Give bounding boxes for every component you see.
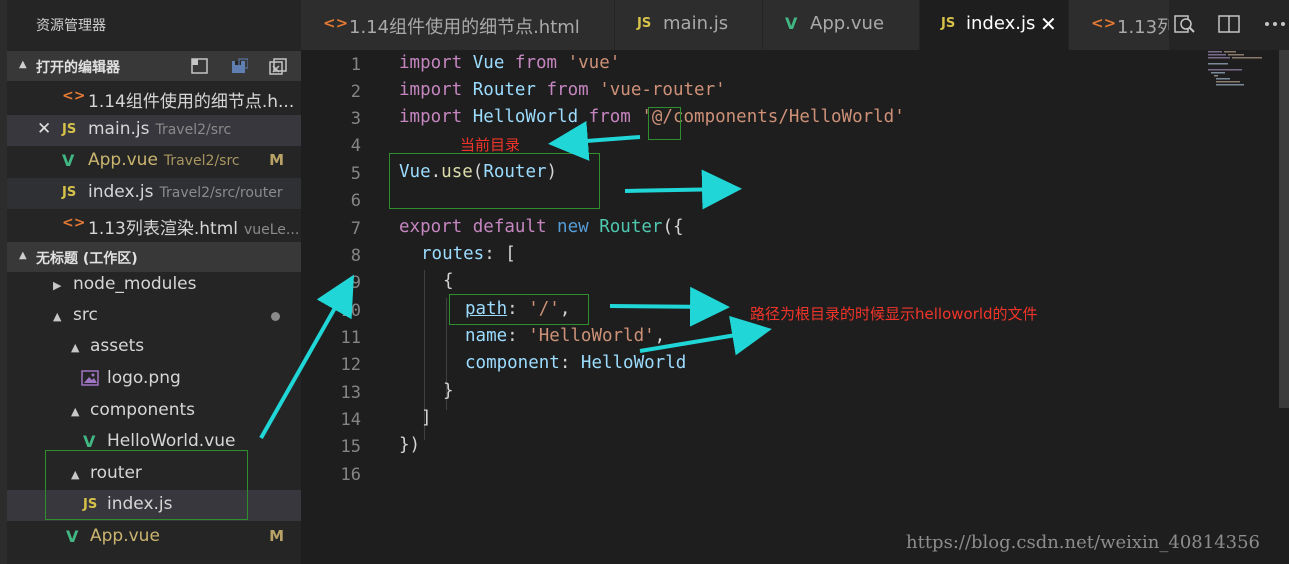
watermark: https://blog.csdn.net/weixin_40814356 xyxy=(906,532,1261,553)
tab-1-14-html[interactable]: <> 1.14组件使用的细节点.html xyxy=(301,0,615,50)
tree-item-src[interactable]: ▲ src xyxy=(7,301,301,332)
line-number: 4 xyxy=(350,136,361,156)
line-number: 14 xyxy=(340,410,361,430)
line-number: 2 xyxy=(350,82,361,102)
current-dir-annotation: 当前目录 xyxy=(460,136,521,154)
code-line-14: ] xyxy=(421,408,432,428)
tab-app-vue[interactable]: V App.vue xyxy=(763,0,920,50)
open-changes-icon[interactable] xyxy=(1172,12,1196,36)
html-icon: <> xyxy=(323,14,349,32)
save-all-icon[interactable] xyxy=(230,58,249,75)
line-number: 5 xyxy=(350,164,361,184)
more-actions-icon[interactable] xyxy=(1263,12,1287,36)
tab-main-js[interactable]: JS main.js xyxy=(615,0,763,50)
line-number: 8 xyxy=(350,246,361,266)
open-editors-header[interactable]: ▲ 打开的编辑器 xyxy=(7,51,301,81)
js-icon: JS xyxy=(62,122,77,137)
open-editor-name: 1.13列表渲染.html vueLe... xyxy=(88,219,300,239)
chevron-down-icon: ▲ xyxy=(71,405,80,418)
chevron-down-icon: ▲ xyxy=(71,341,80,354)
minimap[interactable] xyxy=(1206,50,1278,90)
tab-index-js[interactable]: JS index.js ✕ xyxy=(920,0,1069,50)
vue-use-highlight-box xyxy=(389,153,600,209)
vue-icon: V xyxy=(66,527,79,546)
code-line-8: routes: [ xyxy=(421,244,516,264)
close-icon[interactable]: ✕ xyxy=(37,119,51,139)
open-editor-name: App.vue Travel2/src xyxy=(88,150,240,170)
code-line-12: component: HelloWorld xyxy=(465,353,687,373)
js-icon: JS xyxy=(637,16,652,31)
router-highlight-box xyxy=(45,450,248,520)
vue-icon: V xyxy=(83,432,96,451)
line-number: 12 xyxy=(340,355,361,375)
open-editor-item[interactable]: ✕ JS main.js Travel2/src xyxy=(7,115,301,146)
collapse-triangle-icon: ▲ xyxy=(19,250,27,261)
code-line-9: { xyxy=(443,271,454,291)
line-number: 11 xyxy=(340,328,361,348)
code-line-1: import Vue from 'vue' xyxy=(399,53,621,73)
activity-strip xyxy=(0,0,7,564)
open-editor-item[interactable]: V App.vue Travel2/src M xyxy=(7,146,301,177)
tree-item-logo-png[interactable]: logo.png xyxy=(7,364,301,395)
line-number: 15 xyxy=(340,437,361,457)
path-highlight-box xyxy=(449,294,589,325)
open-editor-item[interactable]: <> 1.13列表渲染.html vueLe... xyxy=(7,210,301,241)
open-editor-item[interactable]: JS index.js Travel2/src/router xyxy=(7,178,301,209)
line-number: 9 xyxy=(350,273,361,293)
chevron-down-icon: ▲ xyxy=(53,310,62,323)
modified-badge: M xyxy=(269,151,284,169)
line-number: 6 xyxy=(350,191,361,211)
html-icon: <> xyxy=(62,88,86,104)
open-editor-item[interactable]: <> 1.14组件使用的细节点.h... xyxy=(7,83,301,114)
workspace-label: 无标题 (工作区) xyxy=(36,251,138,267)
code-line-13: } xyxy=(443,381,454,401)
editor-tab-bar: <> 1.14组件使用的细节点.html JS main.js V App.vu… xyxy=(301,0,1289,50)
tree-item-node-modules[interactable]: ▶ node_modules xyxy=(7,270,301,301)
js-icon: JS xyxy=(941,16,956,31)
vue-icon: V xyxy=(62,151,75,170)
root-path-annotation: 路径为根目录的时候显示helloworld的文件 xyxy=(750,305,1038,323)
split-editor-icon[interactable] xyxy=(1217,12,1241,36)
code-line-2: import Router from 'vue-router' xyxy=(399,80,726,100)
modified-dot xyxy=(271,312,280,321)
new-file-icon[interactable] xyxy=(191,58,209,75)
html-icon: <> xyxy=(1091,14,1117,32)
open-editor-name: main.js Travel2/src xyxy=(88,119,232,139)
open-editors-label: 打开的编辑器 xyxy=(36,60,120,76)
code-line-7: export default new Router({ xyxy=(399,217,684,237)
js-icon: JS xyxy=(62,185,77,200)
tab-1-13-html[interactable]: <> 1.13列 xyxy=(1069,0,1170,50)
vertical-scrollbar[interactable] xyxy=(1279,50,1289,408)
vue-icon: V xyxy=(785,14,798,33)
tree-item-app-vue[interactable]: V App.vue M xyxy=(7,522,301,553)
explorer-title: 资源管理器 xyxy=(36,18,106,34)
explorer-sidebar: 资源管理器 ▲ 打开的编辑器 <> 1.14组件使用的细节点.h... ✕ JS… xyxy=(0,0,301,564)
open-editor-name: 1.14组件使用的细节点.h... xyxy=(88,92,295,112)
tree-item-assets[interactable]: ▲ assets xyxy=(7,332,301,363)
line-number: 16 xyxy=(340,465,361,485)
at-alias-highlight-box xyxy=(648,107,681,140)
close-all-icon[interactable] xyxy=(269,58,287,75)
workspace-header[interactable]: ▲ 无标题 (工作区) xyxy=(7,242,301,272)
modified-badge: M xyxy=(269,527,284,545)
collapse-triangle-icon: ▲ xyxy=(19,59,27,70)
html-icon: <> xyxy=(62,215,86,231)
chevron-right-icon: ▶ xyxy=(53,279,62,292)
line-number: 7 xyxy=(350,219,361,239)
code-editor[interactable]: 1 2 3 4 5 6 7 8 9 10 11 12 13 14 15 16 i… xyxy=(301,50,1289,564)
line-number: 10 xyxy=(340,301,361,321)
code-line-11: name: 'HelloWorld', xyxy=(465,326,666,346)
line-number: 13 xyxy=(340,383,361,403)
line-number: 3 xyxy=(350,109,361,129)
tree-item-components[interactable]: ▲ components xyxy=(7,396,301,427)
code-line-15: }) xyxy=(399,435,421,455)
close-tab-icon[interactable]: ✕ xyxy=(1040,12,1057,36)
open-editor-name: index.js Travel2/src/router xyxy=(88,182,283,202)
line-number: 1 xyxy=(350,55,361,75)
image-icon xyxy=(81,370,99,390)
